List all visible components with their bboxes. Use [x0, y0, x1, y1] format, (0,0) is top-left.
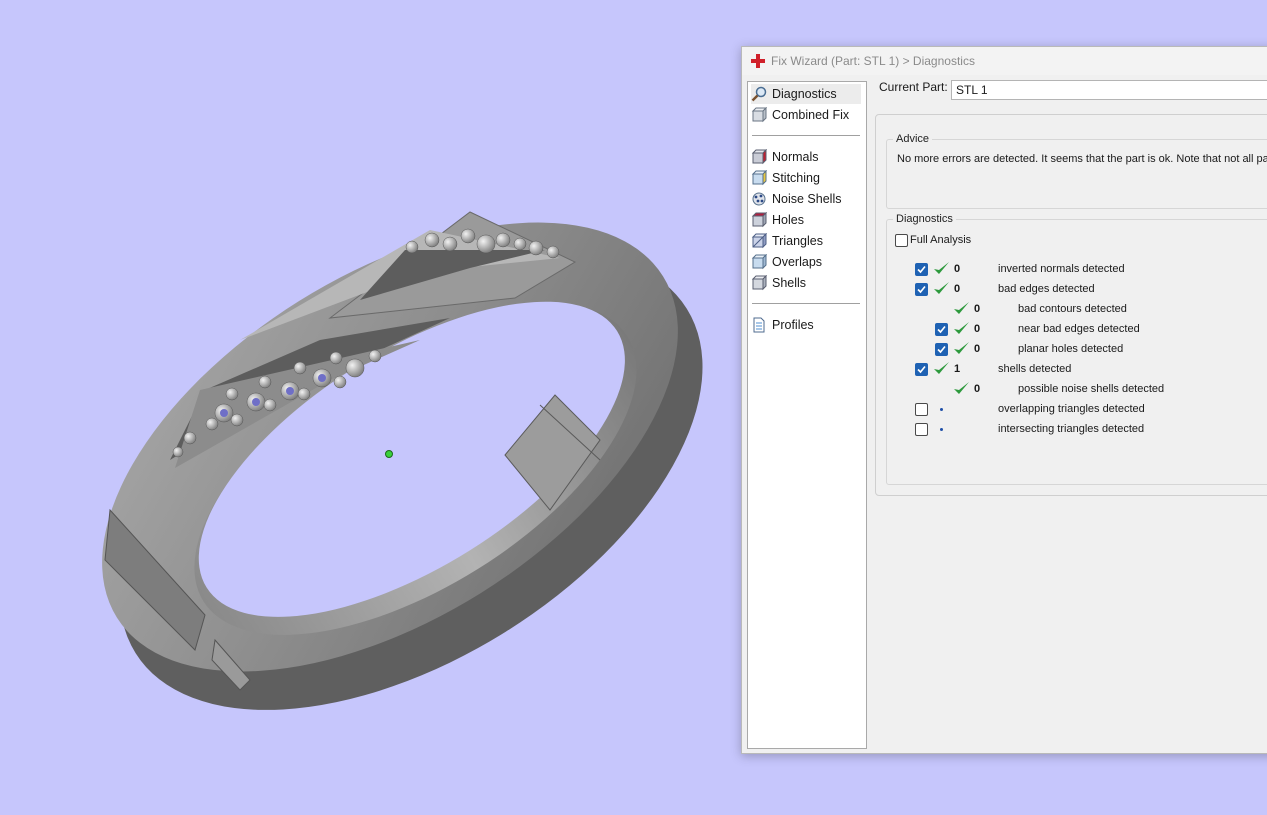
triangles-cube-icon: [751, 233, 767, 249]
diagnostic-checkbox[interactable]: [915, 403, 928, 416]
diagnostic-label: bad edges detected: [998, 283, 1095, 295]
diagnostic-count: 0: [974, 383, 981, 395]
nav-item-triangles[interactable]: Triangles: [751, 231, 861, 251]
nav-item-stitching[interactable]: Stitching: [751, 168, 861, 188]
full-analysis-checkbox[interactable]: [895, 234, 908, 247]
green-check-icon: [954, 302, 969, 314]
nav-item-combined-fix[interactable]: Combined Fix: [751, 105, 861, 125]
green-check-icon: [954, 342, 969, 354]
diagnostic-label: overlapping triangles detected: [998, 403, 1145, 415]
diagnostic-checkbox[interactable]: [915, 363, 928, 376]
magnifier-icon: [751, 86, 767, 102]
normals-cube-icon: [751, 149, 767, 165]
diagnostic-checkbox[interactable]: [935, 343, 948, 356]
fix-wizard-dialog: Fix Wizard (Part: STL 1) > Diagnostics D…: [741, 46, 1267, 754]
pivot-point-icon: [385, 450, 393, 458]
overlaps-cube-icon: [751, 254, 767, 270]
nav-item-shells[interactable]: Shells: [751, 273, 861, 293]
diagnostic-count: 0: [974, 343, 981, 355]
nav-label: Diagnostics: [772, 87, 837, 101]
nav-separator: [752, 135, 860, 136]
advice-text: No more errors are detected. It seems th…: [897, 153, 1267, 165]
nav-item-holes[interactable]: Holes: [751, 210, 861, 230]
green-check-icon: [954, 322, 969, 334]
wizard-nav-list: Diagnostics Combined Fix Normals Stitchi…: [747, 81, 867, 749]
diagnostic-count: 0: [974, 323, 981, 335]
diagnostic-label: possible noise shells detected: [1018, 383, 1165, 395]
nav-item-overlaps[interactable]: Overlaps: [751, 252, 861, 272]
green-check-icon: [934, 282, 949, 294]
ring-model[interactable]: [0, 0, 740, 815]
diagnostic-label: near bad edges detected: [1018, 323, 1140, 335]
nav-label: Normals: [772, 150, 819, 164]
nav-label: Stitching: [772, 171, 820, 185]
diagnostic-label: inverted normals detected: [998, 263, 1125, 275]
advice-title: Advice: [893, 133, 933, 145]
red-cross-app-icon: [751, 54, 765, 68]
nav-label: Shells: [772, 276, 807, 290]
nav-label: Triangles: [772, 234, 823, 248]
profiles-document-icon: [753, 317, 765, 333]
diagnostic-checkbox[interactable]: [915, 423, 928, 436]
nav-label: Profiles: [772, 318, 814, 332]
diagnostic-label: planar holes detected: [1018, 343, 1124, 355]
diagnostics-title: Diagnostics: [893, 213, 956, 225]
diagnostic-checkbox[interactable]: [935, 323, 948, 336]
pending-dot-icon: [940, 428, 943, 431]
stitching-cube-icon: [751, 170, 767, 186]
full-analysis-label: Full Analysis: [910, 234, 972, 246]
diagnostic-label: shells detected: [998, 363, 1072, 375]
nav-item-noise-shells[interactable]: Noise Shells: [751, 189, 861, 209]
noise-shells-icon: [752, 192, 766, 206]
diagnostic-checkbox[interactable]: [915, 263, 928, 276]
nav-label: Combined Fix: [772, 108, 850, 122]
advice-group: Advice: [886, 133, 1267, 209]
diagnostic-count: 1: [954, 363, 961, 375]
nav-label: Holes: [772, 213, 804, 227]
diagnostic-count: 0: [954, 263, 961, 275]
diagnostic-checkbox[interactable]: [915, 283, 928, 296]
green-check-icon: [954, 382, 969, 394]
diagnostic-count: 0: [954, 283, 961, 295]
nav-label: Noise Shells: [772, 192, 842, 206]
nav-item-diagnostics[interactable]: Diagnostics: [751, 84, 861, 104]
nav-separator: [752, 303, 860, 304]
title-bar[interactable]: Fix Wizard (Part: STL 1) > Diagnostics: [742, 47, 1267, 75]
diagnostic-label: bad contours detected: [1018, 303, 1127, 315]
shells-cube-icon: [751, 275, 767, 291]
pending-dot-icon: [940, 408, 943, 411]
current-part-label: Current Part:: [879, 80, 948, 94]
current-part-field[interactable]: STL 1: [951, 80, 1267, 100]
diagnostic-count: 0: [974, 303, 981, 315]
diagnostic-label: intersecting triangles detected: [998, 423, 1145, 435]
green-check-icon: [934, 262, 949, 274]
nav-label: Overlaps: [772, 255, 823, 269]
3d-viewport[interactable]: [0, 0, 740, 815]
nav-item-normals[interactable]: Normals: [751, 147, 861, 167]
nav-item-profiles[interactable]: Profiles: [751, 315, 861, 335]
window-title: Fix Wizard (Part: STL 1) > Diagnostics: [771, 54, 975, 68]
holes-cube-icon: [751, 212, 767, 228]
combined-fix-icon: [751, 107, 767, 123]
green-check-icon: [934, 362, 949, 374]
